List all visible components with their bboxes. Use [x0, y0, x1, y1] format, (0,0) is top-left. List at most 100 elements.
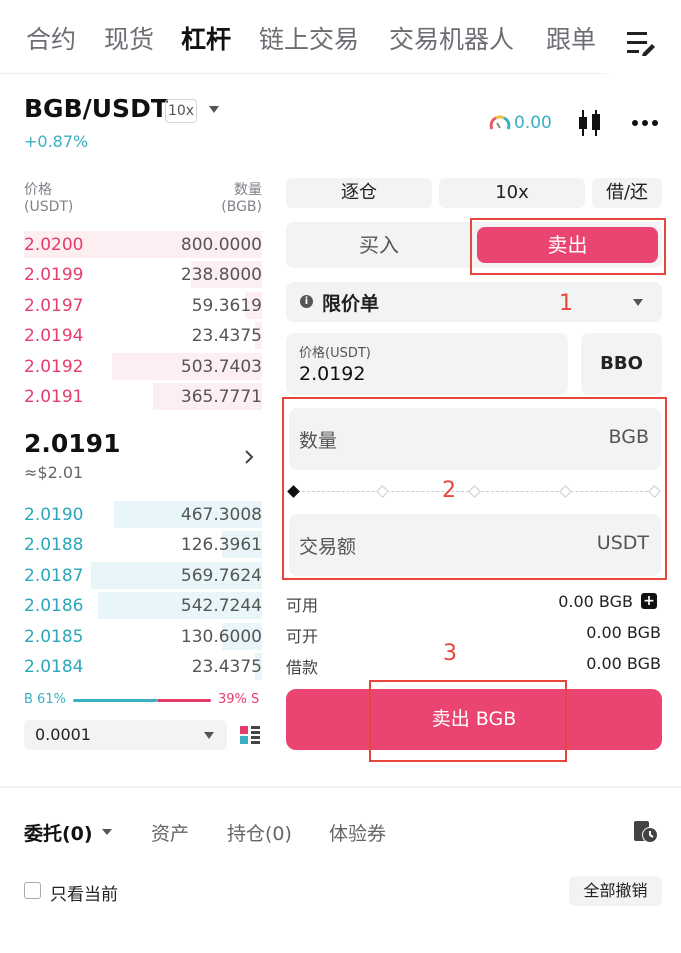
order-type-select[interactable]: i 限价单: [286, 282, 662, 322]
bid-price: 2.0188: [24, 535, 84, 556]
ask-price: 2.0197: [24, 295, 84, 316]
ask-row[interactable]: 2.0194 23.4375: [24, 322, 262, 350]
annotation-label-1: 1: [559, 291, 573, 316]
precision-value: 0.0001: [35, 725, 91, 744]
orderbook-layout-icon[interactable]: [240, 726, 260, 744]
bid-row[interactable]: 2.0185 130.6000: [24, 622, 262, 650]
orderbook-price-header: 价格 (USDT): [24, 182, 74, 215]
info-icon[interactable]: i: [300, 295, 313, 308]
bid-qty: 542.7244: [180, 596, 262, 617]
pair-title[interactable]: BGB/USDT: [24, 94, 168, 123]
plus-icon[interactable]: +: [641, 593, 657, 609]
bid-qty: 467.3008: [180, 505, 262, 525]
ask-price: 2.0200: [24, 235, 84, 255]
tab-spot[interactable]: 现货: [104, 22, 154, 58]
available-label: 可用: [286, 596, 319, 615]
tab-futures[interactable]: 合约: [26, 22, 76, 58]
annotation-box-1: [470, 218, 666, 275]
orderbook-qty-header: 数量 (BGB): [221, 182, 262, 215]
ask-row[interactable]: 2.0197 59.3619: [24, 291, 262, 319]
ask-qty: 23.4375: [191, 326, 262, 347]
bid-price: 2.0186: [24, 596, 84, 617]
cancel-all-button[interactable]: 全部撤销: [569, 876, 662, 906]
bid-price: 2.0190: [24, 505, 84, 525]
sell-ratio-label: 39% S: [218, 692, 260, 707]
annotation-label-3: 3: [443, 641, 457, 666]
section-divider: [0, 786, 681, 788]
annotation-label-2: 2: [442, 478, 456, 503]
tab-margin[interactable]: 杠杆: [181, 22, 231, 58]
bid-row[interactable]: 2.0190 467.3008: [24, 501, 262, 528]
candlestick-chart-icon[interactable]: [577, 108, 603, 138]
caret-down-icon: [204, 732, 214, 739]
buy-ratio-bar: [73, 699, 157, 702]
tab-vouchers[interactable]: 体验券: [329, 819, 386, 846]
history-icon[interactable]: [633, 818, 659, 844]
caret-down-icon: [633, 299, 643, 306]
openable-label: 可开: [286, 627, 319, 646]
gauge-icon[interactable]: [489, 113, 511, 135]
gauge-value: 0.00: [514, 113, 552, 133]
sell-ratio-bar: [157, 699, 211, 702]
ask-qty: 800.0000: [180, 235, 262, 255]
precision-select[interactable]: 0.0001: [24, 720, 227, 750]
bid-price: 2.0187: [24, 565, 84, 586]
ask-row[interactable]: 2.0192 503.7403: [24, 352, 262, 380]
ask-row[interactable]: 2.0199 238.8000: [24, 261, 262, 289]
price-field-label: 价格(USDT): [299, 346, 371, 361]
bid-row[interactable]: 2.0187 569.7624: [24, 561, 262, 589]
bid-qty: 569.7624: [180, 565, 262, 586]
annotation-box-2: [282, 397, 667, 580]
tab-bots[interactable]: 交易机器人: [389, 22, 514, 58]
tab-orders[interactable]: 委托(0): [24, 819, 93, 846]
openable-value: 0.00 BGB: [586, 623, 661, 642]
price-change: +0.87%: [24, 132, 89, 151]
bbo-button[interactable]: BBO: [581, 333, 662, 395]
price-input[interactable]: [299, 363, 549, 385]
available-value: 0.00 BGB: [558, 592, 633, 611]
caret-down-icon[interactable]: [102, 829, 112, 835]
only-current-label: 只看当前: [50, 885, 118, 905]
annotation-box-3: [369, 680, 567, 762]
order-type-label: 限价单: [322, 293, 380, 315]
ask-row[interactable]: 2.0200 800.0000: [24, 231, 262, 258]
edit-menu-icon[interactable]: [626, 30, 656, 56]
buy-ratio-label: B 61%: [24, 692, 66, 707]
price-field[interactable]: 价格(USDT): [286, 333, 568, 395]
more-icon[interactable]: [631, 120, 659, 126]
bid-price: 2.0184: [24, 657, 84, 677]
last-price: 2.0191: [24, 429, 121, 458]
bid-row[interactable]: 2.0186 542.7244: [24, 592, 262, 620]
ask-qty: 59.3619: [191, 295, 262, 316]
ask-qty: 365.7771: [180, 387, 262, 407]
borrow-repay-button[interactable]: 借/还: [592, 178, 662, 208]
bid-qty: 130.6000: [180, 626, 262, 647]
caret-down-icon[interactable]: [209, 106, 219, 113]
leverage-badge: 10x: [165, 99, 197, 123]
bid-row[interactable]: 2.0188 126.3961: [24, 531, 262, 559]
ask-price: 2.0199: [24, 265, 84, 286]
ask-qty: 238.8000: [180, 265, 262, 286]
tab-positions[interactable]: 持仓(0): [227, 819, 292, 846]
top-tab-bar: 合约 现货 杠杆 链上交易 交易机器人 跟单: [0, 0, 681, 74]
tab-copy-trading[interactable]: 跟单: [546, 22, 596, 58]
ask-price: 2.0192: [24, 356, 84, 377]
leverage-button[interactable]: 10x: [439, 178, 585, 208]
bid-row[interactable]: 2.0184 23.4375: [24, 653, 262, 680]
margin-mode-button[interactable]: 逐仓: [286, 178, 432, 208]
ask-price: 2.0191: [24, 387, 84, 407]
borrow-value: 0.00 BGB: [586, 654, 661, 673]
chevron-right-icon[interactable]: [244, 450, 254, 464]
bid-price: 2.0185: [24, 626, 84, 647]
ask-row[interactable]: 2.0191 365.7771: [24, 383, 262, 410]
ask-price: 2.0194: [24, 326, 84, 347]
tab-onchain[interactable]: 链上交易: [259, 22, 359, 58]
only-current-checkbox[interactable]: [24, 882, 41, 899]
ask-qty: 503.7403: [180, 356, 262, 377]
borrow-label: 借款: [286, 658, 319, 677]
bid-qty: 126.3961: [180, 535, 262, 556]
buy-tab[interactable]: 买入: [286, 222, 472, 268]
bid-qty: 23.4375: [191, 657, 262, 677]
last-price-usd: ≈$2.01: [24, 463, 84, 482]
tab-assets[interactable]: 资产: [151, 819, 189, 846]
